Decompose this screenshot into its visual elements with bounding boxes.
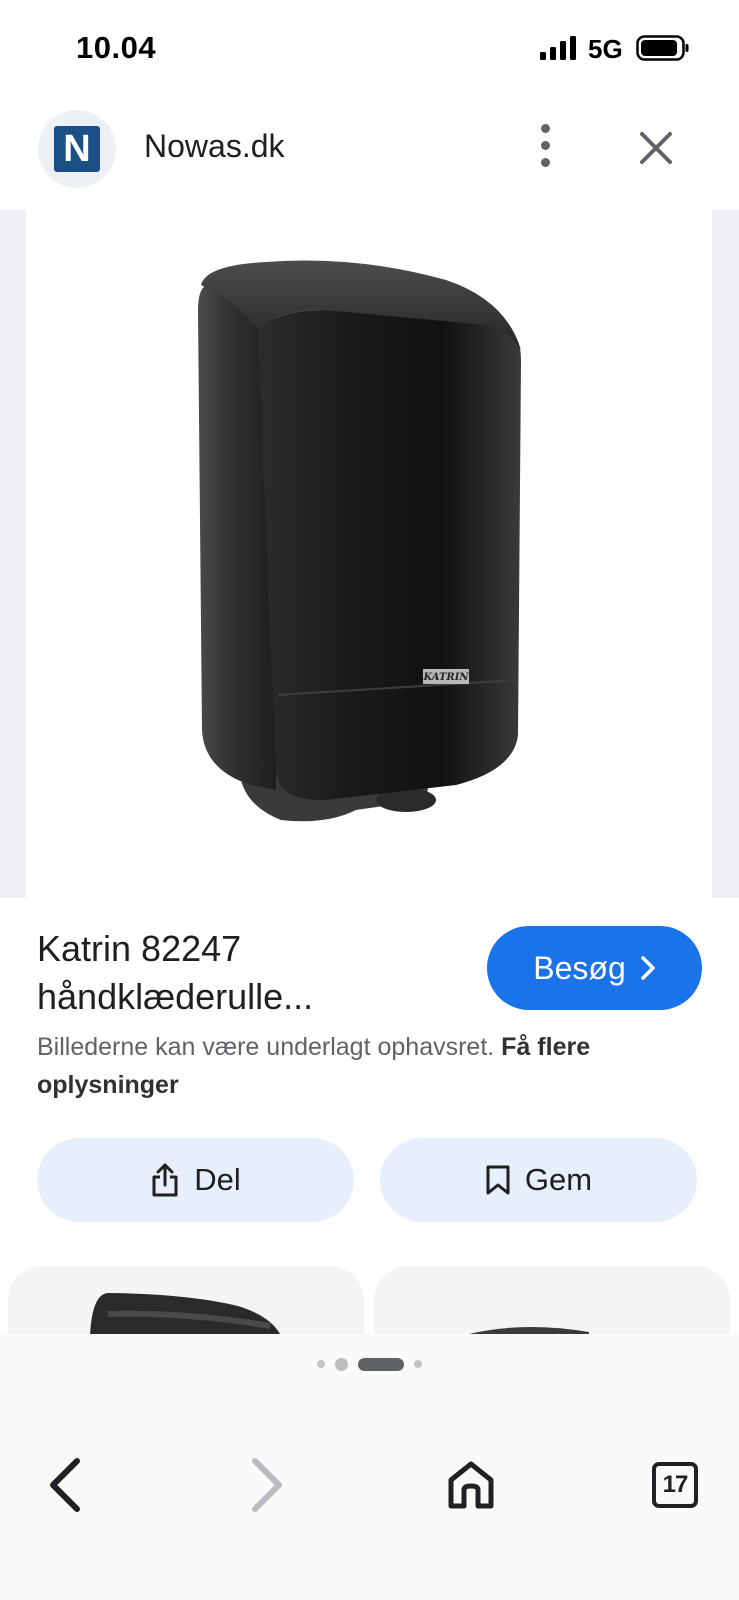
title-line-1: Katrin 82247: [37, 928, 242, 969]
sheet-header: N Nowas.dk: [0, 100, 739, 210]
tabs-button[interactable]: 17: [640, 1450, 710, 1520]
save-label: Gem: [524, 1162, 593, 1197]
brand-plate-text: KATRIN: [422, 672, 469, 683]
home-button[interactable]: [436, 1450, 506, 1520]
battery-icon: [636, 35, 689, 61]
share-label: Del: [194, 1162, 241, 1197]
close-icon[interactable]: [632, 124, 680, 172]
forward-button[interactable]: [232, 1450, 302, 1520]
status-time: 10.04: [76, 30, 157, 65]
page-dot: [414, 1360, 422, 1368]
page-dot-active: [358, 1357, 404, 1371]
image-viewer[interactable]: KATRIN: [0, 210, 739, 898]
result-title[interactable]: Katrin 82247 håndklæderulle...: [37, 925, 457, 1021]
bottom-navigation: 17: [0, 1394, 739, 1600]
share-button[interactable]: Del: [37, 1138, 354, 1222]
page-dot: [335, 1357, 348, 1371]
back-button[interactable]: [30, 1450, 100, 1520]
share-icon: [152, 1163, 178, 1197]
chevron-right-icon: [640, 956, 655, 980]
home-icon: [448, 1461, 494, 1509]
product-image[interactable]: KATRIN: [26, 210, 712, 898]
forward-arrow-icon: [252, 1458, 282, 1512]
related-image[interactable]: [8, 1266, 364, 1334]
bookmark-icon: [486, 1165, 510, 1195]
back-arrow-icon: [50, 1458, 80, 1512]
page-indicator: [0, 1334, 739, 1394]
dispenser-illustration: KATRIN: [198, 260, 521, 822]
site-logo[interactable]: N: [38, 110, 116, 188]
tab-count: 17: [662, 1471, 689, 1498]
copyright-notice: Billederne kan være underlagt ophavsret.…: [37, 1028, 677, 1104]
visit-button[interactable]: Besøg: [487, 926, 702, 1010]
site-logo-letter: N: [54, 126, 100, 172]
network-label: 5G: [588, 34, 623, 64]
site-name[interactable]: Nowas.dk: [144, 128, 285, 165]
signal-icon: [540, 36, 576, 60]
page-dot: [317, 1360, 325, 1368]
related-images: [0, 1266, 739, 1334]
status-bar: 10.04 5G: [0, 0, 739, 100]
more-vert-icon[interactable]: [530, 118, 560, 172]
visit-label: Besøg: [533, 949, 626, 986]
save-button[interactable]: Gem: [380, 1138, 697, 1222]
title-line-2: håndklæderulle...: [37, 976, 314, 1017]
tabs-icon: 17: [652, 1462, 698, 1508]
related-image[interactable]: [374, 1266, 730, 1334]
copyright-text: Billederne kan være underlagt ophavsret.: [37, 1033, 495, 1061]
